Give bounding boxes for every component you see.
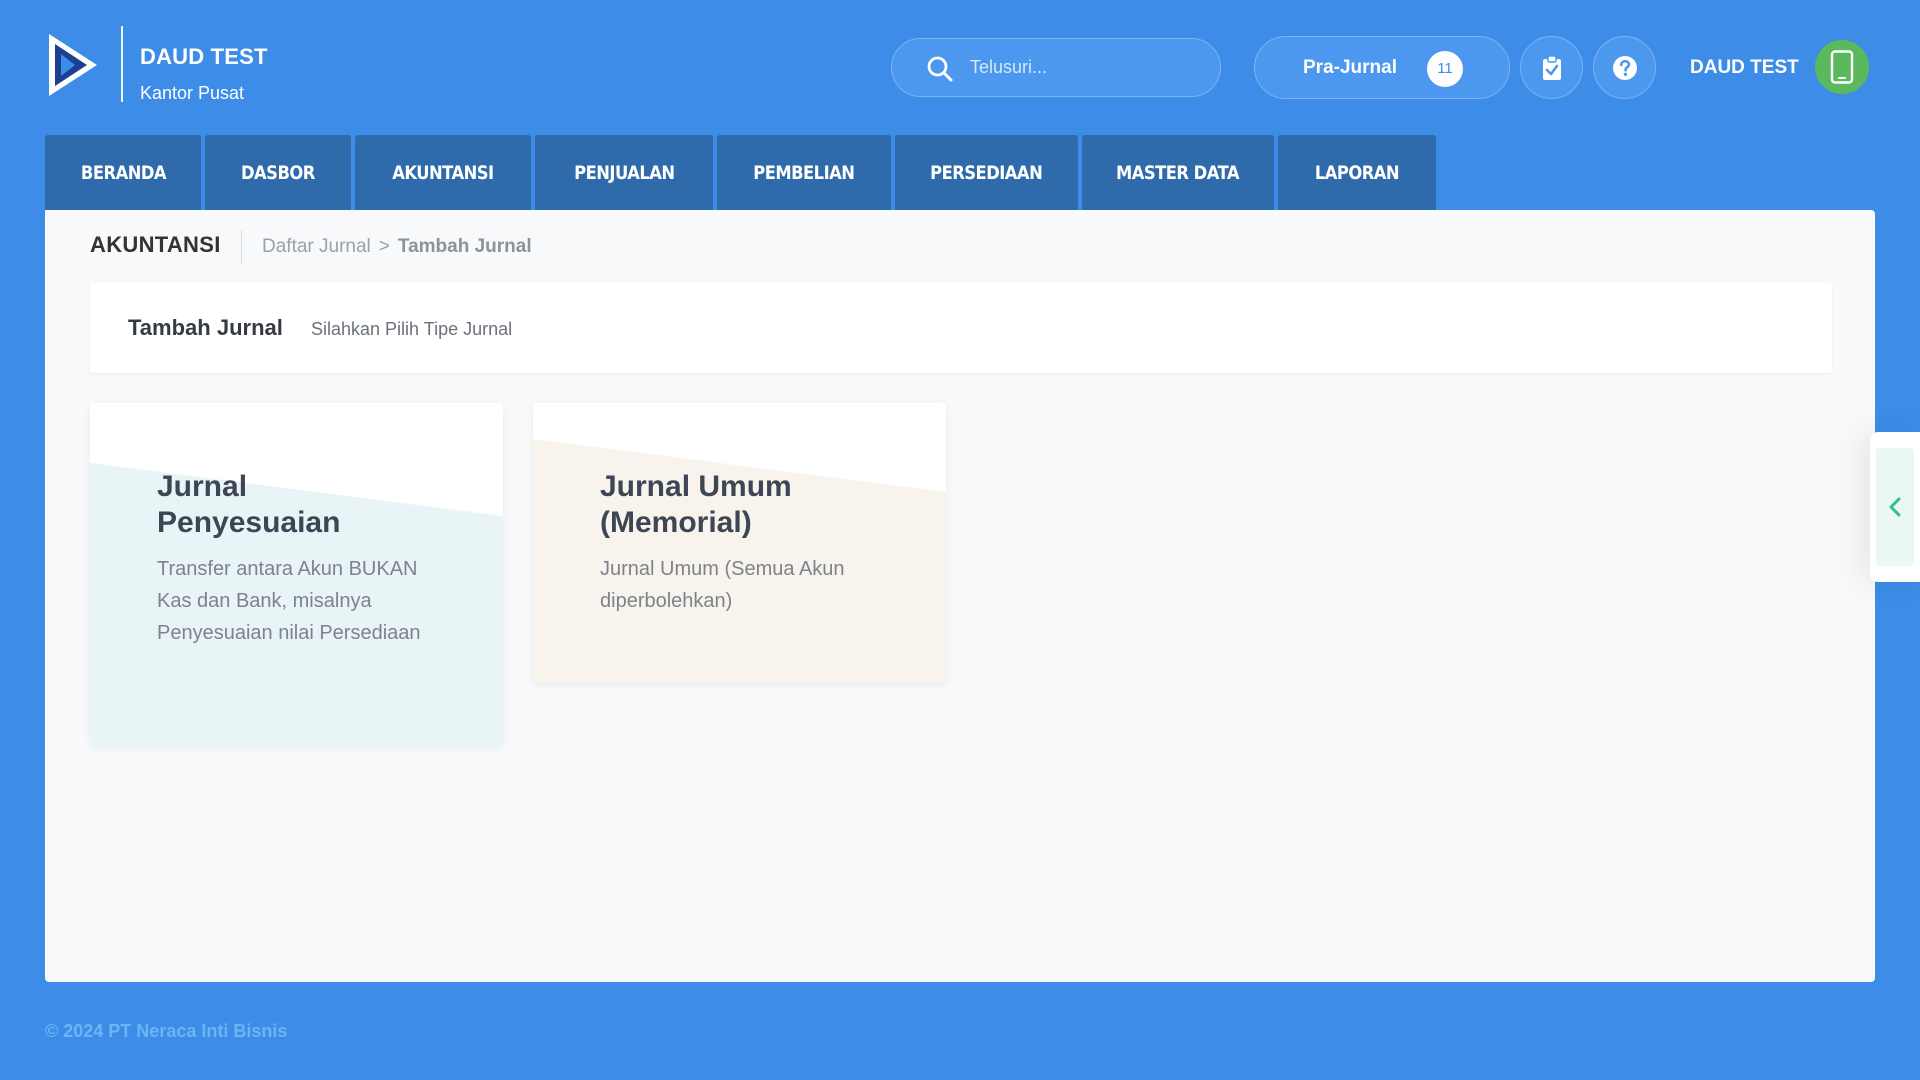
- search-icon: [927, 56, 953, 82]
- chevron-left-icon: [1889, 497, 1901, 517]
- mobile-phone-icon: [1830, 50, 1854, 84]
- nav-tab-laporan[interactable]: LAPORAN: [1278, 135, 1436, 210]
- search-box[interactable]: [891, 38, 1221, 97]
- card-title: Jurnal Penyesuaian: [157, 470, 341, 539]
- card-description: Transfer antara Akun BUKAN Kas dan Bank,…: [157, 558, 421, 644]
- main-nav: BERANDA DASBOR AKUNTANSI PENJUALAN PEMBE…: [45, 135, 1440, 210]
- breadcrumb-link-daftar-jurnal[interactable]: Daftar Jurnal: [262, 236, 371, 258]
- header-divider: [121, 26, 123, 102]
- prajurnal-count-badge: 11: [1427, 51, 1463, 87]
- card-description: Jurnal Umum (Semua Akun diperbolehkan): [600, 558, 845, 612]
- card-jurnal-umum[interactable]: Jurnal Umum (Memorial) Jurnal Umum (Semu…: [533, 403, 946, 683]
- breadcrumb-section: AKUNTANSI: [90, 232, 221, 257]
- breadcrumb-divider: [241, 230, 242, 264]
- side-drawer-toggle[interactable]: [1876, 448, 1914, 566]
- company-branch: Kantor Pusat: [140, 83, 245, 103]
- nav-tab-beranda[interactable]: BERANDA: [45, 135, 201, 210]
- user-name[interactable]: DAUD TEST: [1690, 57, 1799, 79]
- card-jurnal-penyesuaian[interactable]: Jurnal Penyesuaian Transfer antara Akun …: [90, 403, 503, 746]
- card-title: Jurnal Umum (Memorial): [600, 470, 792, 539]
- main-panel: AKUNTANSI Daftar Jurnal > Tambah Jurnal …: [45, 210, 1875, 982]
- clipboard-check-icon: [1543, 55, 1561, 80]
- page-subtitle: Silahkan Pilih Tipe Jurnal: [311, 319, 513, 339]
- company-name: DAUD TEST: [140, 44, 268, 69]
- avatar[interactable]: [1815, 40, 1869, 94]
- nav-tab-dasbor[interactable]: DASBOR: [205, 135, 351, 210]
- help-icon: [1613, 56, 1637, 80]
- clipboard-button[interactable]: [1520, 36, 1583, 99]
- prajurnal-button[interactable]: Pra-Jurnal 11: [1254, 36, 1510, 99]
- nav-tab-persediaan[interactable]: PERSEDIAAN: [895, 135, 1078, 210]
- app-logo-icon[interactable]: [45, 30, 101, 100]
- side-drawer-tab: [1870, 432, 1920, 582]
- nav-tab-penjualan[interactable]: PENJUALAN: [535, 135, 713, 210]
- breadcrumb: Daftar Jurnal > Tambah Jurnal: [262, 236, 532, 258]
- footer-copyright: © 2024 PT Neraca Inti Bisnis: [45, 1021, 288, 1041]
- nav-tab-pembelian[interactable]: PEMBELIAN: [717, 135, 891, 210]
- card-background: [533, 439, 946, 683]
- breadcrumb-current: Tambah Jurnal: [397, 236, 532, 257]
- page-title-card: Tambah Jurnal Silahkan Pilih Tipe Jurnal: [90, 283, 1832, 373]
- page-title: Tambah Jurnal: [128, 315, 283, 340]
- search-input[interactable]: [970, 39, 1200, 96]
- nav-tab-master-data[interactable]: MASTER DATA: [1082, 135, 1274, 210]
- breadcrumb-separator: >: [378, 236, 390, 257]
- help-button[interactable]: [1593, 36, 1656, 99]
- nav-tab-akuntansi[interactable]: AKUNTANSI: [355, 135, 531, 210]
- prajurnal-label: Pra-Jurnal: [1303, 57, 1397, 78]
